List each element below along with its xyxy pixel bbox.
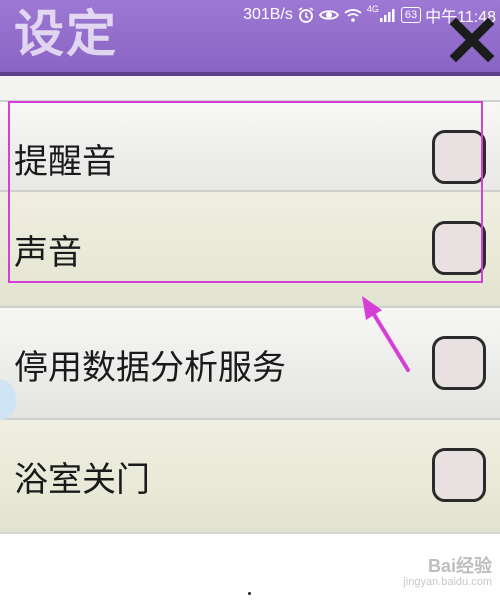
signal-icon: 4G [367,4,395,23]
close-icon [449,17,495,63]
setting-checkbox[interactable] [432,336,486,390]
header-bar: 设定 301B/s 4G 63 中午11:48 [0,0,500,72]
setting-label: 浴室关门 [14,459,150,500]
net-speed: 301B/s [243,6,293,23]
list-top-spacer [0,76,500,100]
setting-row-bathroom-door[interactable]: 浴室关门 [0,418,500,532]
annotation-arrow-icon [362,296,410,372]
watermark-sub-text: jingyan.baidu.com [403,576,492,588]
setting-row-disable-analytics[interactable]: 停用数据分析服务 [0,306,500,420]
page-title: 设定 [14,5,118,63]
watermark-main-text: Bai经验 [427,556,492,576]
setting-checkbox[interactable] [432,448,486,502]
setting-label: 停用数据分析服务 [14,347,286,388]
wifi-icon [343,7,363,23]
alarm-icon [297,6,315,24]
annotation-highlight-box [8,101,483,283]
dot-marker [248,592,251,595]
close-button[interactable] [449,17,495,63]
eye-icon [318,7,339,23]
battery-icon: 63 [400,7,422,23]
watermark: Bai经验 jingyan.baidu.com [372,552,492,592]
